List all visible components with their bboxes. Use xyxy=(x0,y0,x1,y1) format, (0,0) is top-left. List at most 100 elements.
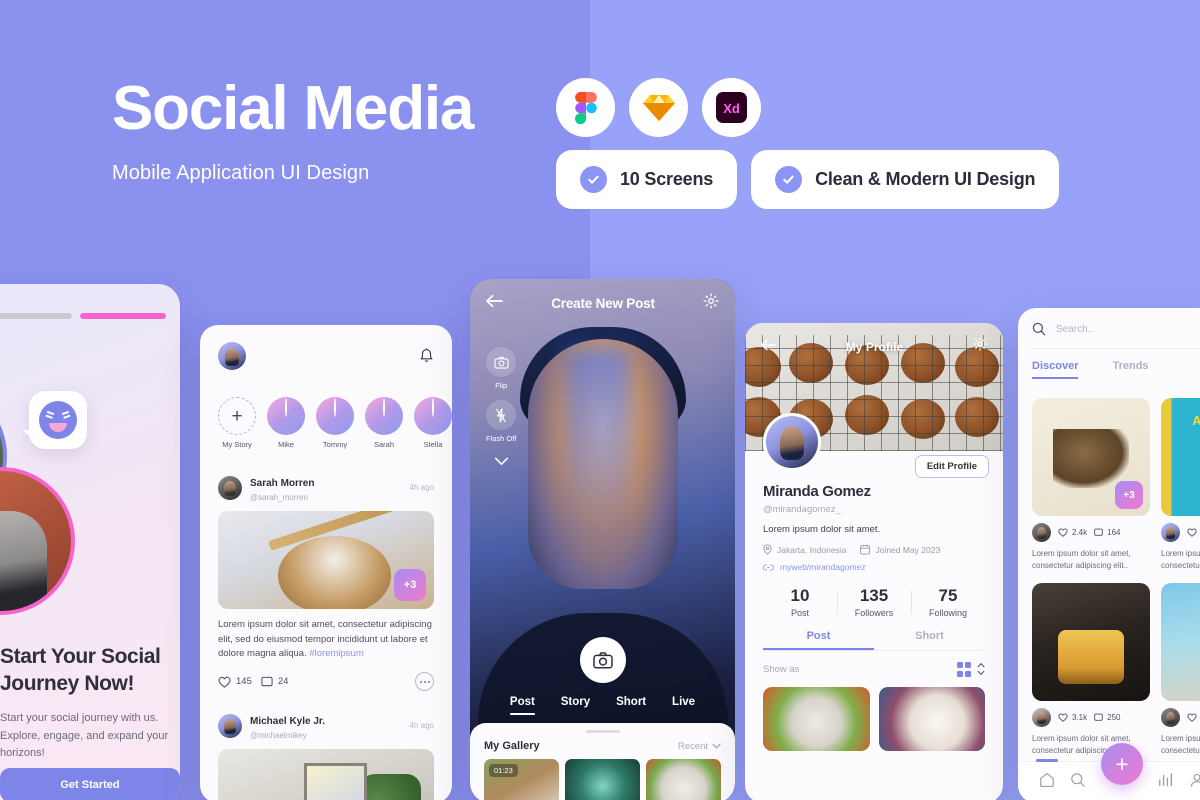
gallery-sort-dropdown[interactable]: Recent xyxy=(678,741,721,752)
profile-post-thumb[interactable] xyxy=(763,686,870,751)
grid-view-icon[interactable] xyxy=(956,662,971,677)
post-image[interactable] xyxy=(218,749,434,800)
comment-action[interactable]: 164 xyxy=(1094,528,1120,537)
profile-avatar[interactable] xyxy=(763,413,821,471)
add-story-ring[interactable]: + xyxy=(218,397,256,435)
check-icon xyxy=(580,166,607,193)
nav-activity-icon[interactable] xyxy=(1158,772,1174,793)
discover-image[interactable] xyxy=(1032,583,1150,701)
like-action[interactable]: 2.0k xyxy=(1187,713,1200,722)
chevron-down-icon[interactable] xyxy=(494,453,509,471)
post-header: Michael Kyle Jr. @michaelmikey 4h ago xyxy=(218,711,434,740)
nav-home-icon[interactable] xyxy=(1039,772,1055,793)
phone-mockup-profile: My Profile Edit Profile Miranda Gomez @m… xyxy=(745,323,1003,800)
avatar[interactable] xyxy=(1161,523,1180,542)
progress-bar-2[interactable] xyxy=(0,313,72,319)
stat-label: Following xyxy=(928,608,968,618)
progress-bar-3-active[interactable] xyxy=(79,313,166,319)
create-post-fab[interactable]: + xyxy=(1101,743,1143,785)
like-action[interactable]: 1.2k xyxy=(1187,528,1200,537)
profile-handle: @mirandagomez_ xyxy=(763,504,841,515)
discover-image[interactable]: A Y HA N xyxy=(1161,398,1200,516)
story-item-tommy[interactable]: Tommy xyxy=(316,397,354,449)
discover-image[interactable] xyxy=(1161,583,1200,701)
camera-tab-live[interactable]: Live xyxy=(672,696,695,715)
discover-card-stats: 1.2k xyxy=(1161,523,1200,542)
stat-value: 75 xyxy=(938,586,958,605)
flash-off-icon[interactable] xyxy=(486,400,517,430)
onboarding-illustration xyxy=(0,369,177,619)
more-photos-badge[interactable]: +3 xyxy=(394,569,426,601)
story-ring[interactable] xyxy=(316,397,354,435)
camera-tab-short[interactable]: Short xyxy=(616,696,646,715)
back-arrow-icon[interactable] xyxy=(761,338,776,356)
search-input[interactable]: Search.. xyxy=(1056,324,1093,335)
comment-action[interactable]: 250 xyxy=(1094,713,1120,722)
more-photos-badge[interactable]: +3 xyxy=(1115,481,1143,509)
story-list: + My Story Mike Tommy Sarah Stella Jo xyxy=(200,397,452,449)
profile-post-thumb[interactable] xyxy=(878,686,985,751)
avatar[interactable] xyxy=(1032,523,1051,542)
stat-label: Post xyxy=(790,608,809,618)
stat-label: Followers xyxy=(854,608,894,618)
post-image[interactable]: +3 xyxy=(218,511,434,609)
post-hashtag[interactable]: #loremipsum xyxy=(309,648,363,659)
edit-profile-button[interactable]: Edit Profile xyxy=(914,455,989,478)
discover-card: 2.0k Lorem ipsum dolor sit amet, consect… xyxy=(1161,583,1200,757)
stat-followers[interactable]: 135 Followers xyxy=(837,586,911,618)
story-ring[interactable] xyxy=(365,397,403,435)
shutter-button[interactable] xyxy=(579,637,626,683)
story-ring[interactable] xyxy=(267,397,305,435)
discover-tab-discover[interactable]: Discover xyxy=(1032,360,1078,379)
like-action[interactable]: 145 xyxy=(218,676,252,688)
drag-handle[interactable] xyxy=(585,730,620,733)
comment-action[interactable]: 24 xyxy=(261,676,288,688)
story-item-sarah[interactable]: Sarah xyxy=(365,397,403,449)
gear-icon[interactable] xyxy=(703,293,719,314)
camera-icon xyxy=(592,651,613,669)
sort-toggle-icon xyxy=(977,663,985,676)
discover-image[interactable]: +3 xyxy=(1032,398,1150,516)
profile-tab-short[interactable]: Short xyxy=(874,630,985,650)
avatar[interactable] xyxy=(1161,708,1180,727)
camera-topbar: Create New Post xyxy=(470,293,735,314)
avatar xyxy=(285,398,287,417)
flip-camera-icon[interactable] xyxy=(486,347,517,377)
discover-card: 3.1k 250 Lorem ipsum dolor sit amet, con… xyxy=(1032,583,1150,757)
back-arrow-icon[interactable] xyxy=(486,294,503,313)
avatar[interactable] xyxy=(218,342,246,370)
story-item-my-story[interactable]: + My Story xyxy=(218,397,256,449)
gallery-item[interactable] xyxy=(646,759,721,800)
gallery-sort-value: Recent xyxy=(677,740,708,752)
avatar[interactable] xyxy=(218,713,242,738)
gear-icon[interactable] xyxy=(973,337,987,356)
profile-name: Miranda Gomez xyxy=(763,483,871,500)
story-item-stella[interactable]: Stella xyxy=(414,397,452,449)
poster-canvas: Social Media Mobile Application UI Desig… xyxy=(0,0,1200,800)
avatar[interactable] xyxy=(218,475,242,500)
stat-following[interactable]: 75 Following xyxy=(911,586,985,618)
gallery-item[interactable] xyxy=(565,759,640,800)
camera-tab-post[interactable]: Post xyxy=(509,696,535,715)
profile-joined: Joined May 2023 xyxy=(860,544,940,555)
story-ring[interactable] xyxy=(414,397,452,435)
notification-bell-icon[interactable] xyxy=(419,347,434,365)
profile-tab-post[interactable]: Post xyxy=(763,630,874,650)
nav-search-icon[interactable] xyxy=(1070,772,1086,793)
profile-post-grid xyxy=(763,686,985,751)
get-started-button[interactable]: Get Started xyxy=(0,768,180,800)
gallery-item[interactable]: 01:23 xyxy=(484,759,559,800)
search-bar[interactable]: Search.. xyxy=(1032,322,1200,349)
story-label: My Story xyxy=(222,440,252,449)
stat-post[interactable]: 10 Post xyxy=(763,586,837,618)
nav-profile-icon[interactable] xyxy=(1189,772,1200,793)
avatar[interactable] xyxy=(1032,708,1051,727)
like-action[interactable]: 2.4k xyxy=(1058,528,1087,537)
story-item-mike[interactable]: Mike xyxy=(267,397,305,449)
get-started-label: Get Started xyxy=(60,779,120,791)
profile-website[interactable]: myweb/mirandagomez xyxy=(763,562,985,572)
discover-tab-trends[interactable]: Trends xyxy=(1112,360,1148,379)
more-options-icon[interactable] xyxy=(415,672,434,692)
camera-tab-story[interactable]: Story xyxy=(561,696,590,715)
like-action[interactable]: 3.1k xyxy=(1058,713,1087,722)
